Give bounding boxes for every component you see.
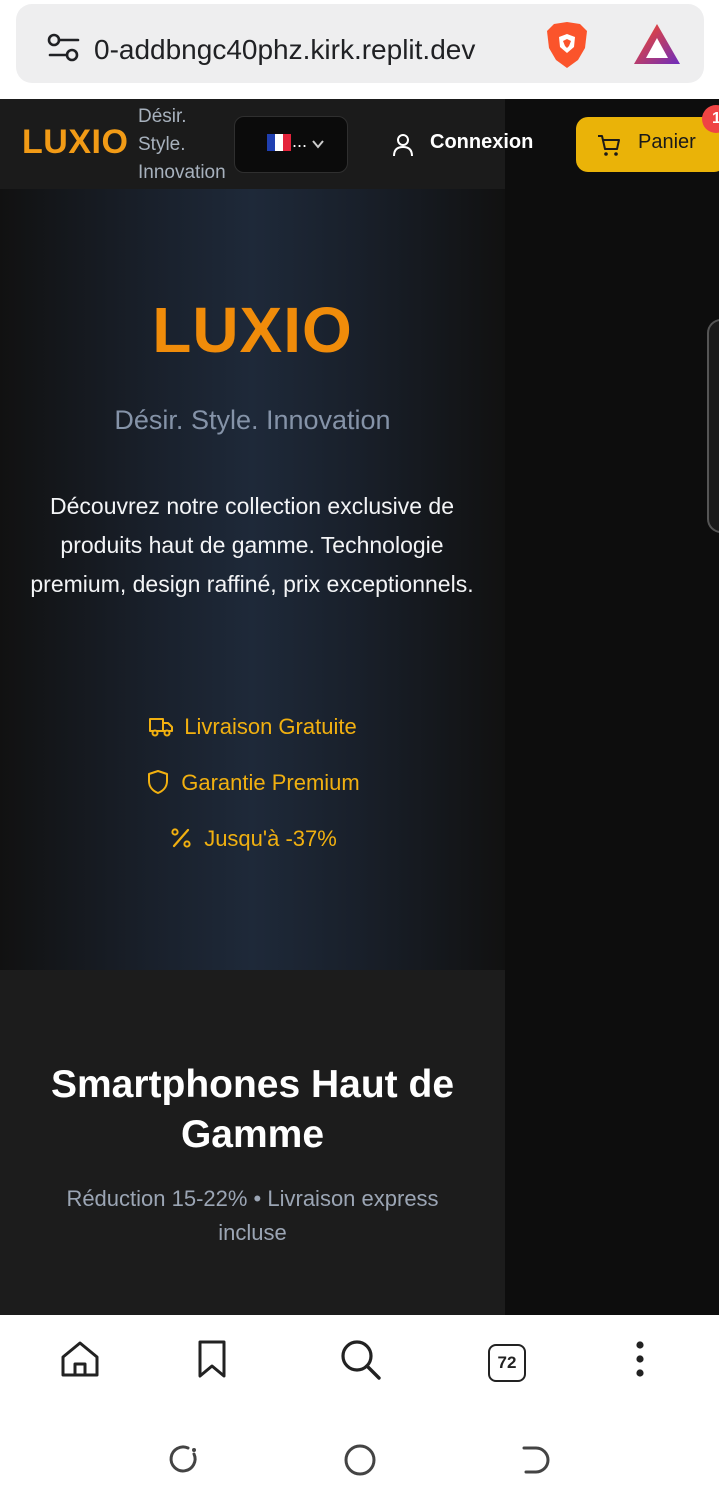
brave-shields-icon[interactable] (544, 20, 590, 70)
hero-description: Découvrez notre collection exclusive de … (30, 493, 474, 597)
system-navigation-bar (0, 1416, 719, 1506)
tabs-button[interactable]: 72 (488, 1344, 526, 1382)
bookmark-icon[interactable] (190, 1337, 234, 1381)
feature-free-delivery: Livraison Gratuite (0, 713, 505, 740)
shield-icon (148, 770, 169, 794)
feature-label: Livraison Gratuite (184, 714, 357, 739)
hero-subtitle: Désir. Style. Innovation (114, 405, 391, 435)
cart-button[interactable]: Panier (576, 117, 719, 172)
chevron-down-icon (312, 140, 324, 149)
section-title: Smartphones Haut de Gamme (50, 1063, 455, 1156)
url-field-container[interactable]: 0-addbngc40phz.kirk.replit.dev (16, 4, 704, 83)
feature-discount: Jusqu'à -37% (0, 825, 505, 852)
language-selected-value: ... (292, 131, 308, 151)
side-panel-handle[interactable] (707, 319, 719, 533)
percent-icon (171, 828, 191, 848)
header-tagline: Désir. Style. Innovation (138, 103, 248, 187)
feature-label: Jusqu'à -37% (204, 826, 337, 851)
back-icon[interactable] (516, 1442, 552, 1478)
user-icon[interactable] (390, 132, 416, 158)
site-settings-icon[interactable] (46, 30, 82, 66)
recent-apps-icon[interactable] (166, 1442, 202, 1478)
cart-icon (598, 135, 620, 156)
home-icon[interactable] (58, 1337, 102, 1381)
tagline-line: Innovation (138, 162, 226, 183)
france-flag-icon (267, 134, 291, 151)
tagline-line: Style. (138, 134, 186, 155)
cart-label: Panier (638, 131, 696, 153)
brave-rewards-icon[interactable] (632, 22, 682, 66)
smartphones-section: Smartphones Haut de Gamme Réduction 15-2… (0, 970, 505, 1315)
site-header: LUXIO Désir. Style. Innovation ... Conne… (0, 99, 533, 190)
hero-section: LUXIO Désir. Style. Innovation Découvrez… (0, 189, 505, 970)
language-selector[interactable]: ... (234, 116, 348, 173)
search-icon[interactable] (338, 1337, 382, 1381)
browser-address-bar: 0-addbngc40phz.kirk.replit.dev (0, 0, 719, 99)
login-link[interactable]: Connexion (430, 131, 533, 154)
site-logo[interactable]: LUXIO (22, 123, 128, 162)
url-text[interactable]: 0-addbngc40phz.kirk.replit.dev (94, 30, 544, 70)
truck-icon (149, 718, 174, 737)
feature-label: Garantie Premium (181, 770, 360, 795)
more-menu-icon[interactable] (618, 1337, 662, 1381)
browser-toolbar: 72 (0, 1315, 719, 1416)
feature-premium-warranty: Garantie Premium (0, 769, 505, 796)
section-subtitle: Réduction 15-22% • Livraison express inc… (66, 1186, 439, 1245)
hero-title: LUXIO (152, 294, 353, 366)
tagline-line: Désir. (138, 106, 187, 127)
home-button-icon[interactable] (342, 1442, 378, 1478)
web-page: LUXIO Désir. Style. Innovation ... Conne… (0, 99, 719, 1315)
